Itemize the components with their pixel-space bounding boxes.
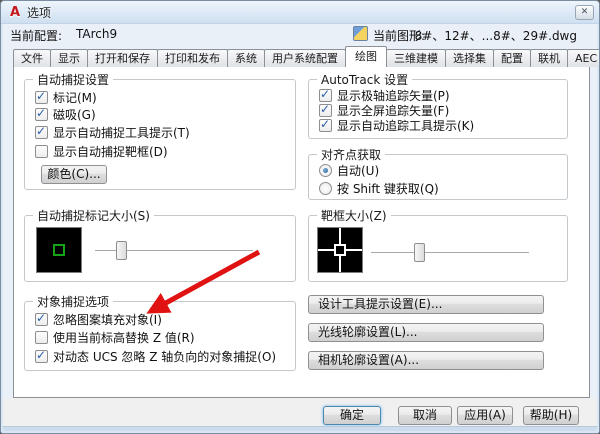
checkbox-label: 对动态 UCS 忽略 Z 轴负向的对象捕捉(O): [53, 348, 276, 365]
ok-button[interactable]: 确定: [323, 406, 381, 425]
marker-size-slider-thumb[interactable]: [116, 241, 127, 260]
tab-profiles[interactable]: 配置: [493, 49, 531, 67]
radio-label: 按 Shift 键获取(Q): [337, 180, 439, 197]
checkbox-icon: ✓: [319, 104, 332, 117]
checkbox-ignore-hatch[interactable]: ✓ 忽略图案填充对象(I): [35, 312, 162, 327]
camera-glyph-settings-button[interactable]: 相机轮廓设置(A)...: [308, 351, 544, 370]
aperture-box-icon: [334, 244, 346, 256]
group-osnap-options-title: 对象捕捉选项: [33, 293, 113, 310]
titlebar[interactable]: A 选项: [1, 1, 599, 24]
checkbox-dynamic-ucs-ignore-z[interactable]: ✓ 对动态 UCS 忽略 Z 轴负向的对象捕捉(O): [35, 349, 276, 364]
checkbox-label: 忽略图案填充对象(I): [53, 311, 162, 328]
light-glyph-settings-button[interactable]: 光线轮廓设置(L)...: [308, 323, 544, 342]
group-autotrack-title: AutoTrack 设置: [317, 71, 412, 88]
apply-button[interactable]: 应用(A): [457, 406, 513, 425]
radio-label: 自动(U): [337, 162, 379, 179]
group-osnap-options: 对象捕捉选项 ✓ 忽略图案填充对象(I) ✓ 使用当前标高替换 Z 值(R) ✓…: [24, 301, 296, 371]
checkbox-icon: ✓: [35, 145, 48, 158]
checkbox-magnet[interactable]: ✓ 磁吸(G): [35, 107, 96, 122]
tab-3d-modeling[interactable]: 三维建模: [386, 49, 446, 67]
aperture-slider[interactable]: [371, 252, 529, 254]
tab-strip: 文件 显示 打开和保存 打印和发布 系统 用户系统配置 绘图 三维建模 选择集 …: [13, 46, 600, 67]
radio-icon: [319, 182, 332, 195]
tab-files[interactable]: 文件: [13, 49, 51, 67]
checkbox-label: 标记(M): [53, 89, 97, 106]
tab-display[interactable]: 显示: [50, 49, 88, 67]
radio-icon: [319, 164, 332, 177]
checkbox-icon: ✓: [35, 126, 48, 139]
group-alignment-acquisition: 对齐点获取 自动(U) 按 Shift 键获取(Q): [308, 154, 568, 200]
checkbox-fullscreen-tracking-vector[interactable]: ✓ 显示全屏追踪矢量(F): [319, 103, 449, 118]
group-alignment-title: 对齐点获取: [317, 146, 385, 163]
tab-drafting[interactable]: 绘图: [345, 46, 387, 67]
tab-system[interactable]: 系统: [227, 49, 265, 67]
tab-open-save[interactable]: 打开和保存: [87, 49, 158, 67]
tab-aec[interactable]: AEC: [567, 49, 600, 67]
footer: 确定 取消 应用(A) 帮助(H): [3, 398, 597, 429]
checkbox-replace-z-elevation[interactable]: ✓ 使用当前标高替换 Z 值(R): [35, 330, 195, 345]
snap-marker-icon: [53, 244, 65, 256]
tab-plot-publish[interactable]: 打印和发布: [157, 49, 228, 67]
checkbox-label: 使用当前标高替换 Z 值(R): [53, 329, 195, 346]
aperture-preview: [317, 227, 363, 273]
group-aperture-title: 靶框大小(Z): [317, 207, 391, 224]
current-profile-value: TArch9: [76, 27, 117, 41]
options-dialog: A 选项 ✕ 当前配置: TArch9 当前图形: 8#、12#、...8#、2…: [0, 0, 600, 434]
current-drawing-value: 8#、12#、...8#、29#.dwg: [415, 27, 577, 44]
checkbox-icon: ✓: [319, 119, 332, 132]
checkbox-autotrack-tooltip[interactable]: ✓ 显示自动追踪工具提示(K): [319, 118, 474, 133]
checkbox-icon: ✓: [35, 313, 48, 326]
cancel-button[interactable]: 取消: [398, 406, 452, 425]
checkbox-marker[interactable]: ✓ 标记(M): [35, 90, 97, 105]
checkbox-icon: ✓: [35, 350, 48, 363]
checkbox-label: 磁吸(G): [53, 106, 96, 123]
drawing-file-icon: [353, 26, 368, 41]
dialog-title: 选项: [27, 4, 51, 21]
radio-automatic[interactable]: 自动(U): [319, 163, 379, 178]
autocad-logo-icon: A: [7, 5, 23, 20]
checkbox-autosnap-aperture[interactable]: ✓ 显示自动捕捉靶框(D): [35, 144, 168, 159]
group-marker-size: 自动捕捉标记大小(S): [24, 215, 296, 282]
tab-user-preferences[interactable]: 用户系统配置: [264, 49, 346, 67]
checkbox-icon: ✓: [35, 91, 48, 104]
marker-size-slider[interactable]: [95, 250, 253, 252]
aperture-slider-thumb[interactable]: [414, 243, 425, 262]
checkbox-polar-tracking-vector[interactable]: ✓ 显示极轴追踪矢量(P): [319, 88, 450, 103]
checkbox-label: 显示自动捕捉靶框(D): [53, 143, 168, 160]
checkbox-label: 显示自动追踪工具提示(K): [337, 117, 474, 134]
group-marker-size-title: 自动捕捉标记大小(S): [33, 207, 154, 224]
window-bottom-band: [3, 426, 597, 431]
group-autosnap-title: 自动捕捉设置: [33, 71, 113, 88]
current-profile-label: 当前配置:: [10, 27, 62, 44]
radio-shift-acquire[interactable]: 按 Shift 键获取(Q): [319, 181, 439, 196]
checkbox-icon: ✓: [35, 331, 48, 344]
tab-selection[interactable]: 选择集: [445, 49, 494, 67]
checkbox-icon: ✓: [35, 108, 48, 121]
close-button[interactable]: ✕: [575, 5, 594, 20]
close-icon: ✕: [581, 7, 589, 17]
checkbox-autosnap-tooltip[interactable]: ✓ 显示自动捕捉工具提示(T): [35, 125, 190, 140]
marker-size-preview: [36, 227, 82, 273]
header-row: 当前配置: TArch9 当前图形: 8#、12#、...8#、29#.dwg: [1, 25, 599, 45]
checkbox-icon: ✓: [319, 89, 332, 102]
tab-online[interactable]: 联机: [530, 49, 568, 67]
checkbox-label: 显示自动捕捉工具提示(T): [53, 124, 190, 141]
group-autotrack-settings: AutoTrack 设置 ✓ 显示极轴追踪矢量(P) ✓ 显示全屏追踪矢量(F)…: [308, 79, 568, 139]
help-button[interactable]: 帮助(H): [523, 406, 579, 425]
drafting-tab-page: 自动捕捉设置 ✓ 标记(M) ✓ 磁吸(G) ✓ 显示自动捕捉工具提示(T) ✓…: [13, 66, 590, 398]
group-autosnap-settings: 自动捕捉设置 ✓ 标记(M) ✓ 磁吸(G) ✓ 显示自动捕捉工具提示(T) ✓…: [24, 79, 296, 190]
group-aperture-size: 靶框大小(Z): [308, 215, 568, 282]
colors-button[interactable]: 颜色(C)...: [41, 165, 107, 184]
design-tooltip-settings-button[interactable]: 设计工具提示设置(E)...: [308, 295, 544, 314]
